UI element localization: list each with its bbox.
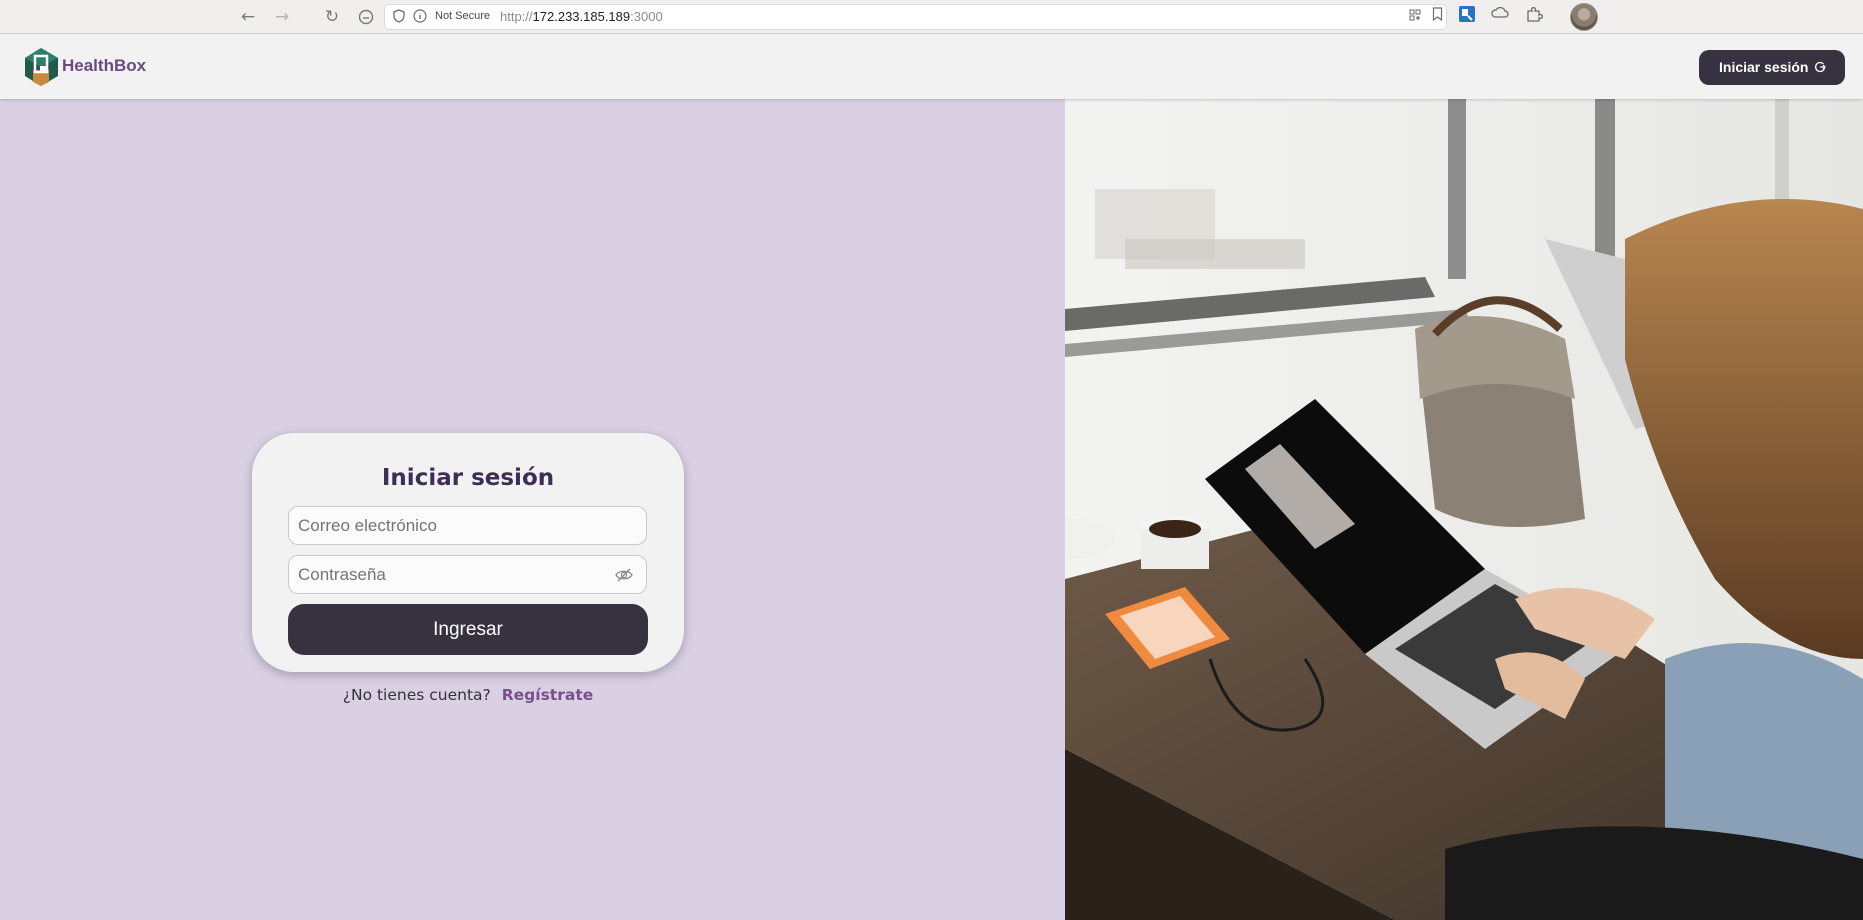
bookmark-icon[interactable]	[1426, 7, 1448, 29]
password-field[interactable]	[288, 555, 647, 594]
profile-avatar[interactable]	[1570, 3, 1598, 31]
reload-icon[interactable]: ↻	[320, 5, 344, 29]
extension-icon[interactable]	[1456, 5, 1478, 27]
shield-icon[interactable]	[391, 9, 407, 25]
url-text[interactable]: http://172.233.185.189:3000	[500, 9, 663, 24]
hero-photo	[1065, 99, 1863, 920]
security-label: Not Secure	[435, 10, 491, 22]
signup-link[interactable]: Regístrate	[502, 686, 594, 704]
login-icon	[1814, 50, 1826, 85]
login-section: Iniciar sesión Ingresar ¿No tienes cuent…	[0, 99, 1065, 920]
brand-name[interactable]: HealthBox	[62, 56, 146, 76]
address-bar[interactable]: Not Secure http://172.233.185.189:3000	[384, 4, 1447, 30]
back-icon[interactable]: ←	[236, 5, 260, 29]
login-card: Iniciar sesión Ingresar	[252, 433, 684, 672]
qr-code-icon[interactable]	[1404, 7, 1426, 29]
header-login-label: Iniciar sesión	[1719, 59, 1809, 75]
submit-button[interactable]: Ingresar	[288, 604, 648, 655]
signup-row: ¿No tienes cuenta? Regístrate	[0, 686, 936, 704]
puzzle-icon[interactable]	[1523, 5, 1545, 27]
email-field[interactable]	[288, 506, 647, 545]
login-title: Iniciar sesión	[381, 465, 555, 491]
header-login-button[interactable]: Iniciar sesión	[1699, 50, 1845, 85]
info-icon[interactable]	[412, 9, 428, 25]
cloud-icon[interactable]	[1489, 5, 1511, 27]
forward-icon[interactable]: →	[270, 5, 294, 29]
signup-prompt: ¿No tienes cuenta?	[342, 686, 491, 704]
hero-photo-illustration	[1065, 99, 1863, 920]
home-icon[interactable]	[354, 5, 378, 29]
eye-off-icon[interactable]	[615, 567, 633, 583]
browser-toolbar: ← → ↻ Not Secure http://172.233.185.189:…	[0, 0, 1863, 34]
healthbox-logo[interactable]	[25, 48, 58, 86]
email-input[interactable]	[289, 507, 646, 544]
app-header: HealthBox Iniciar sesión	[0, 34, 1863, 99]
password-input[interactable]	[289, 556, 646, 593]
url-host: 172.233.185.189	[532, 9, 631, 24]
url-port: :3000	[630, 9, 663, 24]
url-scheme: http://	[500, 9, 533, 24]
